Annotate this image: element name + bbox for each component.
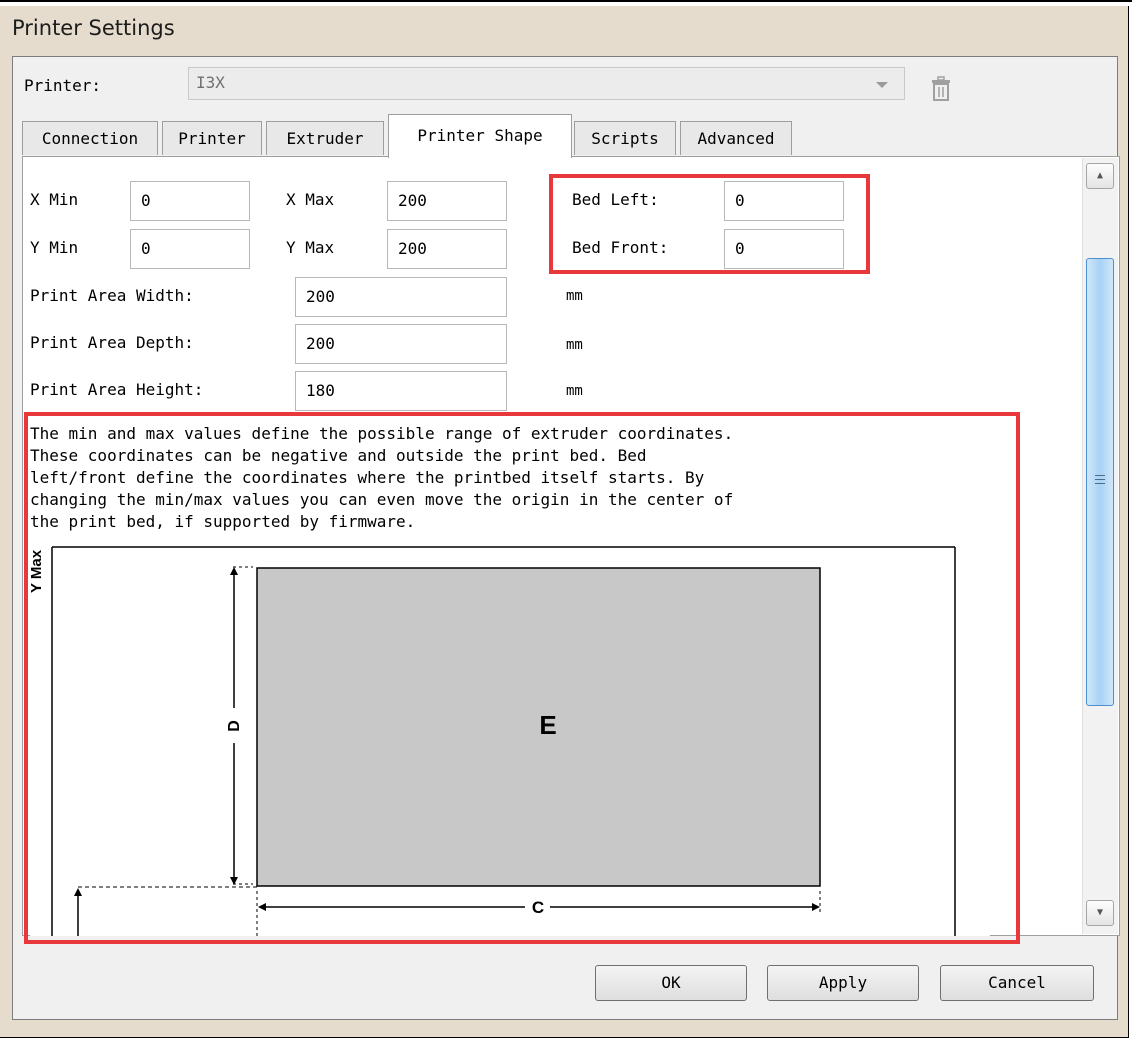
- print-area-width-label: Print Area Width:: [30, 286, 194, 305]
- x-min-input[interactable]: 0: [130, 181, 250, 221]
- tab-connection[interactable]: Connection: [22, 121, 158, 155]
- vertical-scrollbar[interactable]: ▲ ▼: [1082, 158, 1118, 934]
- bed-offset-highlight: [549, 174, 870, 274]
- scrollbar-thumb[interactable]: [1086, 258, 1114, 706]
- print-area-depth-unit: mm: [566, 337, 583, 353]
- scroll-down-button[interactable]: ▼: [1086, 900, 1114, 926]
- y-min-label: Y Min: [30, 238, 79, 257]
- apply-button[interactable]: Apply: [767, 965, 919, 1001]
- trash-icon[interactable]: [930, 76, 952, 102]
- tab-scripts[interactable]: Scripts: [574, 121, 676, 155]
- print-area-depth-input[interactable]: 200: [295, 324, 507, 364]
- ok-button[interactable]: OK: [595, 965, 747, 1001]
- print-area-depth-label: Print Area Depth:: [30, 333, 194, 352]
- diagram-highlight: [24, 412, 1020, 944]
- print-area-height-label: Print Area Height:: [30, 380, 204, 399]
- y-min-input[interactable]: 0: [130, 229, 250, 269]
- x-max-label: X Max: [286, 190, 335, 209]
- print-area-height-input[interactable]: 180: [295, 371, 507, 411]
- tab-advanced[interactable]: Advanced: [680, 121, 792, 155]
- scroll-up-button[interactable]: ▲: [1086, 163, 1114, 189]
- printer-label: Printer:: [24, 76, 102, 95]
- x-max-input[interactable]: 200: [387, 181, 507, 221]
- printer-select[interactable]: I3X: [188, 67, 905, 100]
- cancel-button[interactable]: Cancel: [940, 965, 1094, 1001]
- print-area-width-input[interactable]: 200: [295, 277, 507, 317]
- y-max-input[interactable]: 200: [387, 229, 507, 269]
- tab-extruder[interactable]: Extruder: [266, 121, 384, 155]
- printer-select-value: I3X: [196, 73, 225, 92]
- tab-printer[interactable]: Printer: [162, 121, 262, 155]
- x-min-label: X Min: [30, 190, 79, 209]
- y-max-label: Y Max: [286, 238, 335, 257]
- print-area-width-unit: mm: [566, 288, 583, 304]
- chevron-down-icon[interactable]: [876, 82, 888, 88]
- top-border: [0, 0, 1132, 2]
- print-area-height-unit: mm: [566, 383, 583, 399]
- window-title: Printer Settings: [12, 16, 175, 40]
- tab-printer-shape[interactable]: Printer Shape: [388, 114, 572, 158]
